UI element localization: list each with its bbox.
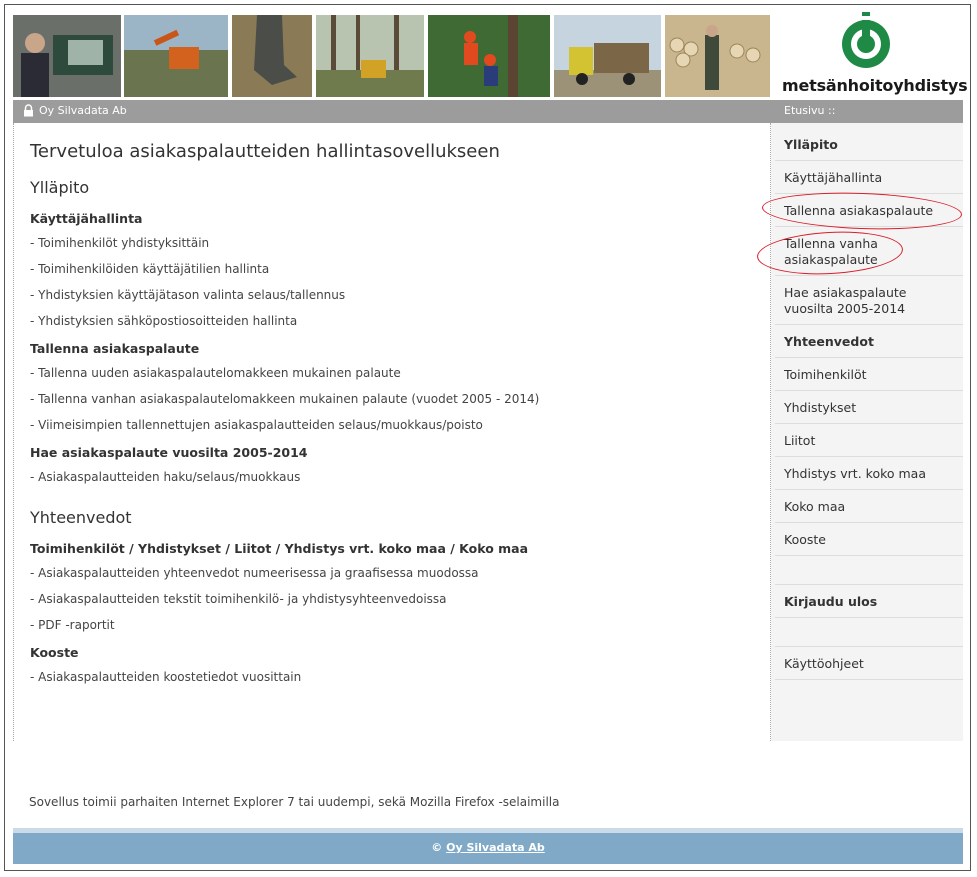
sidebar-spacer bbox=[775, 618, 963, 647]
footer-company-link[interactable]: Oy Silvadata Ab bbox=[446, 841, 545, 854]
browser-note: Sovellus toimii parhaiten Internet Explo… bbox=[29, 795, 560, 809]
list-item: - PDF -raportit bbox=[30, 618, 115, 632]
sidebar-item-liitot[interactable]: Liitot bbox=[775, 424, 963, 457]
list-item: - Yhdistyksien sähköpostiosoitteiden hal… bbox=[30, 314, 298, 328]
list-item: - Yhdistyksien käyttäjätason valinta sel… bbox=[30, 288, 346, 302]
sidebar-item-kayttoohjeet[interactable]: Käyttöohjeet bbox=[775, 647, 963, 680]
breadcrumb[interactable]: Etusivu :: bbox=[784, 104, 835, 117]
brand-logo-icon bbox=[842, 12, 890, 68]
list-item: - Toimihenkilöiden käyttäjätilien hallin… bbox=[30, 262, 270, 276]
group-heading-yhteenvedot: Toimihenkilöt / Yhdistykset / Liitot / Y… bbox=[30, 541, 529, 556]
photo-excavator bbox=[124, 15, 228, 97]
photo-forest-machine bbox=[316, 15, 424, 97]
main-content: Tervetuloa asiakaspalautteiden hallintas… bbox=[13, 123, 771, 741]
sidebar-item-kirjaudu-ulos[interactable]: Kirjaudu ulos bbox=[775, 585, 963, 618]
sidebar-item-yhdistys-vrt-koko-maa[interactable]: Yhdistys vrt. koko maa bbox=[775, 457, 963, 490]
list-item: - Asiakaspalautteiden tekstit toimihenki… bbox=[30, 592, 447, 606]
photo-log-pile bbox=[665, 15, 770, 97]
sidebar-item-kayttajahallinta[interactable]: Käyttäjähallinta bbox=[775, 161, 963, 194]
list-item: - Asiakaspalautteiden yhteenvedot numeer… bbox=[30, 566, 479, 580]
sidebar-spacer bbox=[775, 556, 963, 585]
sidebar-item-kooste[interactable]: Kooste bbox=[775, 523, 963, 556]
company-name: Oy Silvadata Ab bbox=[39, 104, 127, 117]
page-title: Tervetuloa asiakaspalautteiden hallintas… bbox=[30, 141, 500, 162]
sidebar-nav: Ylläpito Käyttäjähallinta Tallenna asiak… bbox=[771, 123, 963, 741]
list-item: - Toimihenkilöt yhdistyksittäin bbox=[30, 236, 210, 250]
sidebar-item-koko-maa[interactable]: Koko maa bbox=[775, 490, 963, 523]
list-item: - Tallenna uuden asiakaspalautelomakkeen… bbox=[30, 366, 401, 380]
top-bar: Oy Silvadata Ab Etusivu :: bbox=[13, 100, 963, 123]
photo-boot bbox=[232, 15, 312, 97]
sidebar-item-toimihenkilot[interactable]: Toimihenkilöt bbox=[775, 358, 963, 391]
sidebar-heading-yllapito: Ylläpito bbox=[775, 129, 963, 161]
list-item: - Viimeisimpien tallennettujen asiakaspa… bbox=[30, 418, 483, 432]
section-heading-yhteenvedot: Yhteenvedot bbox=[30, 508, 132, 527]
sidebar-item-tallenna-asiakaspalaute[interactable]: Tallenna asiakaspalaute bbox=[775, 194, 963, 227]
list-item: - Tallenna vanhan asiakaspalautelomakkee… bbox=[30, 392, 540, 406]
copyright-symbol: © bbox=[431, 841, 447, 854]
section-heading-yllapito: Ylläpito bbox=[30, 178, 90, 197]
group-heading-kayttajahallinta: Käyttäjähallinta bbox=[30, 211, 143, 226]
group-heading-tallenna: Tallenna asiakaspalaute bbox=[30, 341, 200, 356]
sidebar-item-tallenna-vanha[interactable]: Tallenna vanha asiakaspalaute bbox=[775, 227, 963, 276]
sidebar-heading-yhteenvedot: Yhteenvedot bbox=[775, 325, 963, 358]
sidebar-item-hae-asiakaspalaute[interactable]: Hae asiakaspalaute vuosilta 2005-2014 bbox=[775, 276, 963, 325]
group-heading-kooste: Kooste bbox=[30, 645, 79, 660]
list-item: - Asiakaspalautteiden haku/selaus/muokka… bbox=[30, 470, 301, 484]
photo-workers bbox=[428, 15, 550, 97]
footer: © Oy Silvadata Ab bbox=[13, 828, 963, 864]
group-heading-hae: Hae asiakaspalaute vuosilta 2005-2014 bbox=[30, 445, 308, 460]
photo-timber-truck bbox=[554, 15, 661, 97]
brand-logo-text: metsänhoitoyhdistys bbox=[782, 76, 968, 95]
list-item: - Asiakaspalautteiden koostetiedot vuosi… bbox=[30, 670, 302, 684]
photo-office bbox=[13, 15, 121, 97]
lock-icon bbox=[24, 104, 33, 117]
sidebar-item-yhdistykset[interactable]: Yhdistykset bbox=[775, 391, 963, 424]
brand-logo[interactable]: metsänhoitoyhdistys bbox=[778, 12, 968, 98]
